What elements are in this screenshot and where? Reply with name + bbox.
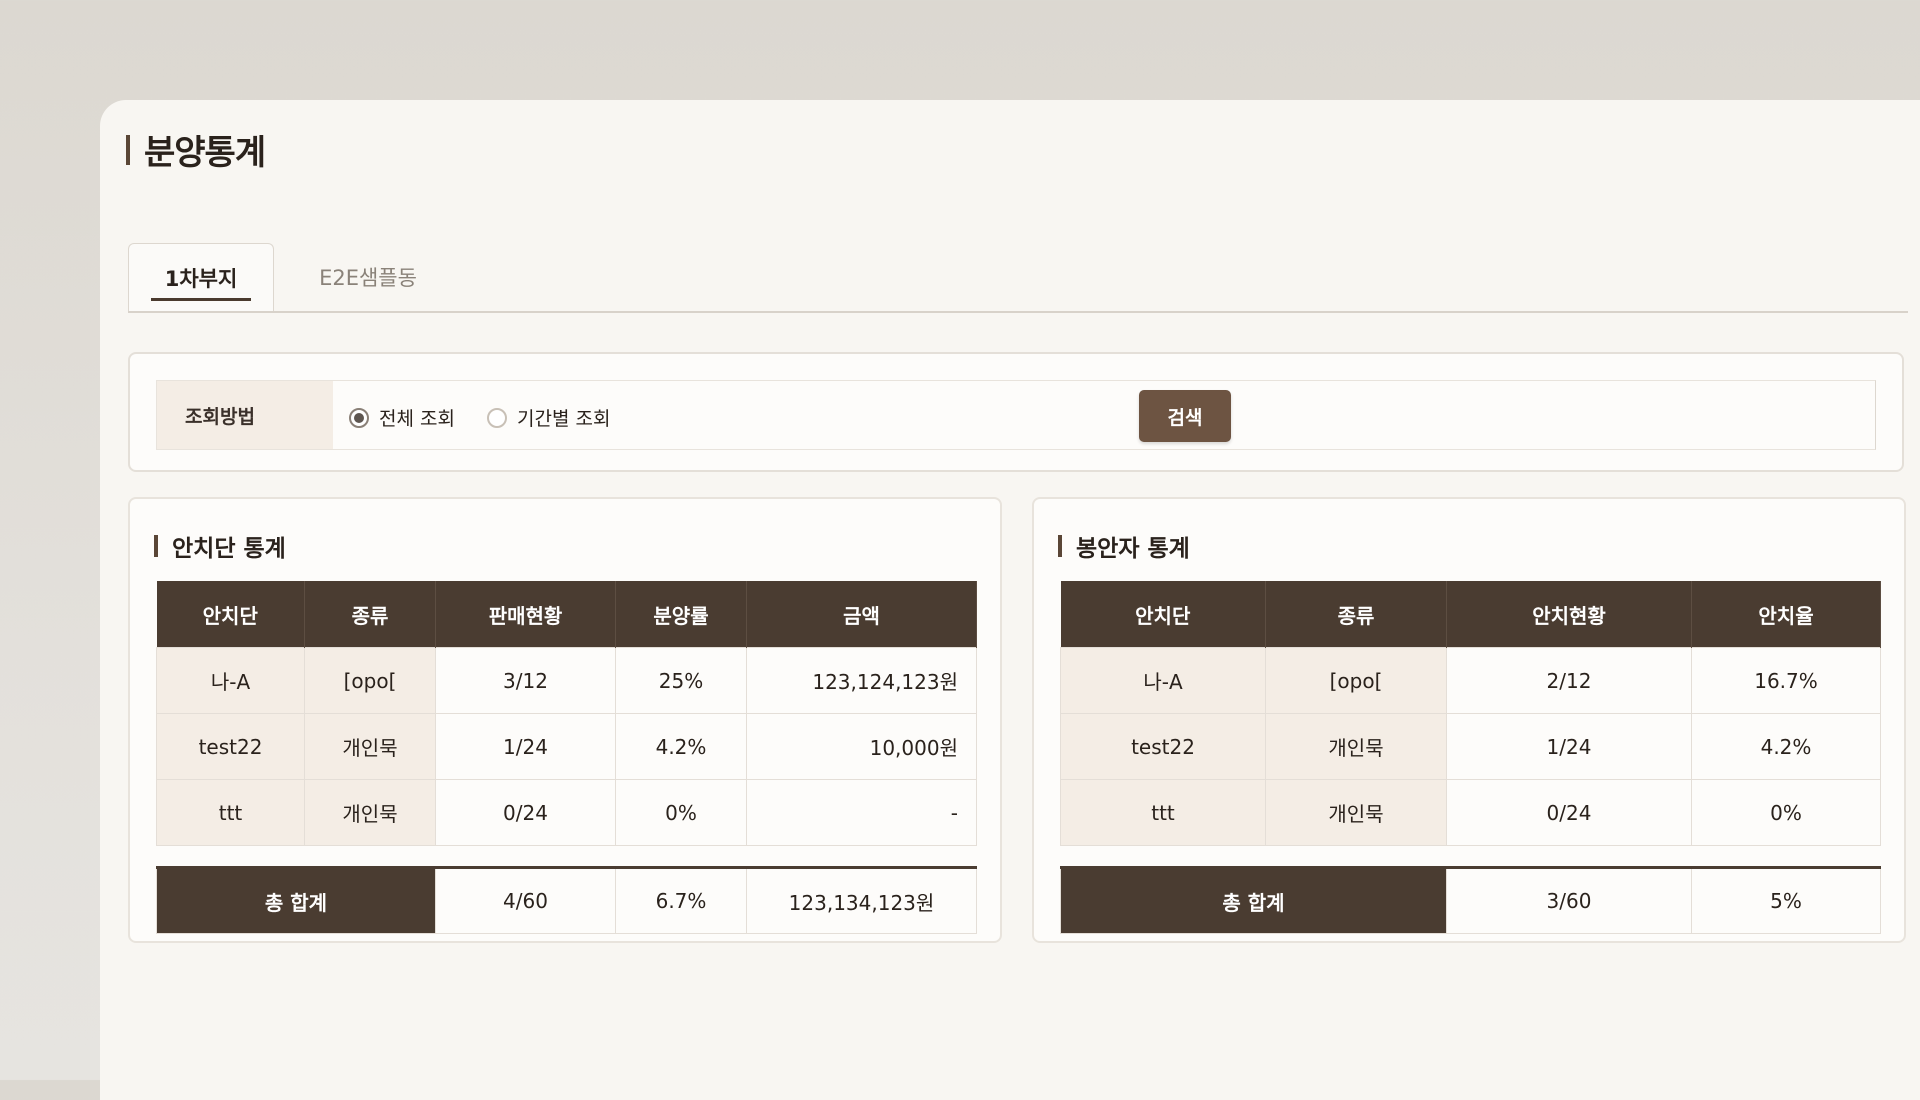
search-box: 조회방법 전체 조회 기간별 조회 검색 <box>128 352 1904 472</box>
radio-all-label: 전체 조회 <box>379 408 455 430</box>
radio-unchecked-icon[interactable] <box>487 407 507 428</box>
total-label: 총 합계 <box>156 866 436 934</box>
header-cell: 금액 <box>746 581 977 648</box>
header-cell: 안치현황 <box>1446 581 1692 648</box>
card-title: 안치단 통계 <box>154 529 286 563</box>
cell-type: 개인묵 <box>304 779 436 846</box>
total-amount: 123,134,123원 <box>746 866 977 934</box>
niche-stats-table: 안치단 종류 판매현황 분양률 금액 나-A [opo[ 3/12 25% 12… <box>156 581 977 934</box>
cell-type: [opo[ <box>304 647 436 714</box>
table-row: 나-A [opo[ 2/12 16.7% <box>1060 647 1881 714</box>
card-title-accent-bar <box>154 535 158 557</box>
header-cell: 안치단 <box>1060 581 1266 648</box>
radio-period[interactable]: 기간별 조회 <box>487 404 610 431</box>
page-title-text: 분양통계 <box>144 133 266 173</box>
table-header-row: 안치단 종류 안치현황 안치율 <box>1060 581 1881 648</box>
cell-rate: 4.2% <box>1691 713 1881 780</box>
cell-amount: 123,124,123원 <box>746 647 977 714</box>
cell-rate: 0% <box>615 779 747 846</box>
total-label: 총 합계 <box>1060 866 1447 934</box>
table-header-row: 안치단 종류 판매현황 분양률 금액 <box>156 581 977 648</box>
total-rate: 6.7% <box>615 866 747 934</box>
table-spacer <box>157 846 977 868</box>
table-row: 나-A [opo[ 3/12 25% 123,124,123원 <box>156 647 977 714</box>
cell-sales: 0/24 <box>435 779 616 846</box>
table-spacer <box>1061 846 1881 868</box>
cell-sales: 1/24 <box>435 713 616 780</box>
cell-amount: - <box>746 779 977 846</box>
radio-all[interactable]: 전체 조회 <box>349 404 455 431</box>
cell-niche: ttt <box>156 779 305 846</box>
total-status: 3/60 <box>1446 866 1692 934</box>
tab-label: 1차부지 <box>164 266 238 291</box>
cell-type: 개인묵 <box>1265 713 1447 780</box>
page-title: 분양통계 <box>126 125 266 174</box>
cell-type: 개인묵 <box>1265 779 1447 846</box>
cell-niche: test22 <box>1060 713 1266 780</box>
cell-status: 0/24 <box>1446 779 1692 846</box>
cell-rate: 4.2% <box>615 713 747 780</box>
cell-rate: 16.7% <box>1691 647 1881 714</box>
card-title: 봉안자 통계 <box>1058 529 1190 563</box>
title-accent-bar <box>126 134 130 165</box>
radio-checked-icon[interactable] <box>349 407 369 428</box>
cell-type: [opo[ <box>1265 647 1447 714</box>
cell-niche: 나-A <box>156 647 305 714</box>
header-cell: 분양률 <box>615 581 747 648</box>
cell-rate: 0% <box>1691 779 1881 846</box>
tab-bar: 1차부지 E2E샘플동 <box>128 243 1908 313</box>
header-cell: 종류 <box>304 581 436 648</box>
cell-type: 개인묵 <box>304 713 436 780</box>
tab-e2e-sample[interactable]: E2E샘플동 <box>288 243 448 311</box>
radio-period-label: 기간별 조회 <box>517 408 611 430</box>
main-panel: 분양통계 1차부지 E2E샘플동 조회방법 전체 조회 기간별 조회 검색 안치… <box>100 100 1920 1100</box>
total-sales: 4/60 <box>435 866 616 934</box>
table-row: test22 개인묵 1/24 4.2% <box>1060 713 1881 780</box>
cell-sales: 3/12 <box>435 647 616 714</box>
table-row: test22 개인묵 1/24 4.2% 10,000원 <box>156 713 977 780</box>
cell-niche: 나-A <box>1060 647 1266 714</box>
search-button[interactable]: 검색 <box>1139 390 1231 442</box>
cell-niche: ttt <box>1060 779 1266 846</box>
enshrined-stats-table: 안치단 종류 안치현황 안치율 나-A [opo[ 2/12 16.7% tes… <box>1060 581 1881 934</box>
total-rate: 5% <box>1691 866 1881 934</box>
search-row: 조회방법 전체 조회 기간별 조회 검색 <box>156 380 1876 450</box>
cell-status: 2/12 <box>1446 647 1692 714</box>
table-row: ttt 개인묵 0/24 0% - <box>156 779 977 846</box>
header-cell: 안치율 <box>1691 581 1881 648</box>
total-row: 총 합계 3/60 5% <box>1060 866 1881 934</box>
cell-niche: test22 <box>156 713 305 780</box>
cell-rate: 25% <box>615 647 747 714</box>
card-title-text: 안치단 통계 <box>172 536 286 562</box>
enshrined-stats-card: 봉안자 통계 안치단 종류 안치현황 안치율 나-A [opo[ 2/12 16… <box>1032 497 1906 943</box>
card-title-text: 봉안자 통계 <box>1076 536 1190 562</box>
total-row: 총 합계 4/60 6.7% 123,134,123원 <box>156 866 977 934</box>
header-cell: 판매현황 <box>435 581 616 648</box>
niche-stats-card: 안치단 통계 안치단 종류 판매현황 분양률 금액 나-A [opo[ 3/12… <box>128 497 1002 943</box>
cell-status: 1/24 <box>1446 713 1692 780</box>
table-row: ttt 개인묵 0/24 0% <box>1060 779 1881 846</box>
tab-1st-site[interactable]: 1차부지 <box>128 243 274 311</box>
active-tab-underline <box>151 298 251 301</box>
cell-amount: 10,000원 <box>746 713 977 780</box>
header-cell: 안치단 <box>156 581 305 648</box>
card-title-accent-bar <box>1058 535 1062 557</box>
header-cell: 종류 <box>1265 581 1447 648</box>
tab-label: E2E샘플동 <box>319 266 417 290</box>
search-method-label: 조회방법 <box>157 381 333 449</box>
